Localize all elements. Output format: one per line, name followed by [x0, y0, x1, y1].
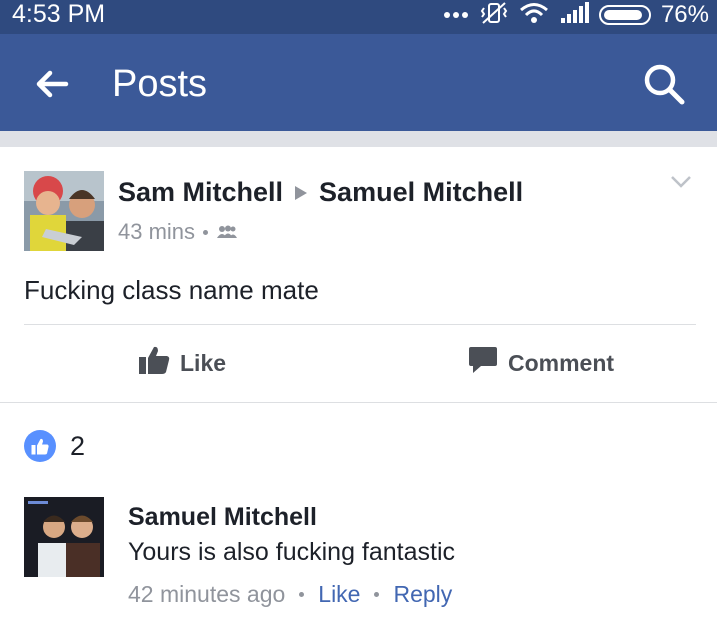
separator-dot	[374, 592, 380, 597]
friends-icon	[216, 219, 238, 245]
status-icons: 76%	[443, 1, 709, 30]
reaction-count: 2	[70, 430, 86, 461]
like-label: Like	[180, 349, 227, 376]
wifi-icon	[519, 2, 549, 29]
signal-icon	[559, 1, 589, 29]
like-button[interactable]: Like	[138, 343, 226, 383]
vibrate-icon	[479, 1, 509, 30]
post-card: Sam Mitchell Samuel Mitchell 43 mins Fuc…	[0, 147, 717, 402]
comment-bubble-icon	[468, 345, 498, 381]
search-icon	[640, 64, 688, 112]
reactions-summary[interactable]: 2	[24, 430, 85, 462]
avatar[interactable]	[24, 497, 104, 577]
chevron-down-icon	[670, 176, 692, 193]
post-time[interactable]: 43 mins	[118, 219, 195, 245]
app-bar: Posts	[0, 34, 717, 131]
comment-text: Yours is also fucking fantastic	[128, 538, 456, 566]
status-time: 4:53 PM	[12, 0, 106, 28]
battery-icon	[598, 5, 651, 25]
post-author[interactable]: Sam Mitchell	[118, 177, 283, 208]
status-bar: 4:53 PM 76%	[0, 0, 717, 34]
divider	[0, 402, 717, 403]
avatar[interactable]	[24, 171, 104, 251]
post-meta: 43 mins	[118, 219, 238, 245]
comment-time: 42 minutes ago	[128, 581, 286, 607]
search-button[interactable]	[640, 60, 688, 108]
back-button[interactable]	[30, 62, 74, 106]
back-arrow-icon	[30, 70, 74, 110]
divider	[24, 324, 696, 325]
comment-meta: 42 minutes ago Like Reply	[128, 581, 452, 608]
like-icon	[24, 430, 56, 462]
comment-button[interactable]: Comment	[468, 343, 614, 383]
thumbs-up-icon	[138, 345, 170, 381]
feed-separator	[0, 131, 717, 147]
arrow-right-icon	[295, 185, 308, 200]
comment-like-link[interactable]: Like	[318, 581, 360, 608]
post-header: Sam Mitchell Samuel Mitchell	[118, 177, 523, 208]
separator-dot	[299, 592, 305, 597]
comment-author[interactable]: Samuel Mitchell	[128, 503, 317, 532]
comment-label: Comment	[508, 349, 615, 376]
post-menu-button[interactable]	[670, 175, 692, 189]
separator-dot	[203, 229, 209, 235]
page-title: Posts	[112, 63, 208, 105]
battery-level: 76%	[660, 1, 709, 28]
comment-reply-link[interactable]: Reply	[393, 581, 452, 608]
post-target[interactable]: Samuel Mitchell	[319, 177, 523, 208]
more-dots-icon	[443, 6, 469, 24]
post-text: Fucking class name mate	[24, 275, 319, 305]
